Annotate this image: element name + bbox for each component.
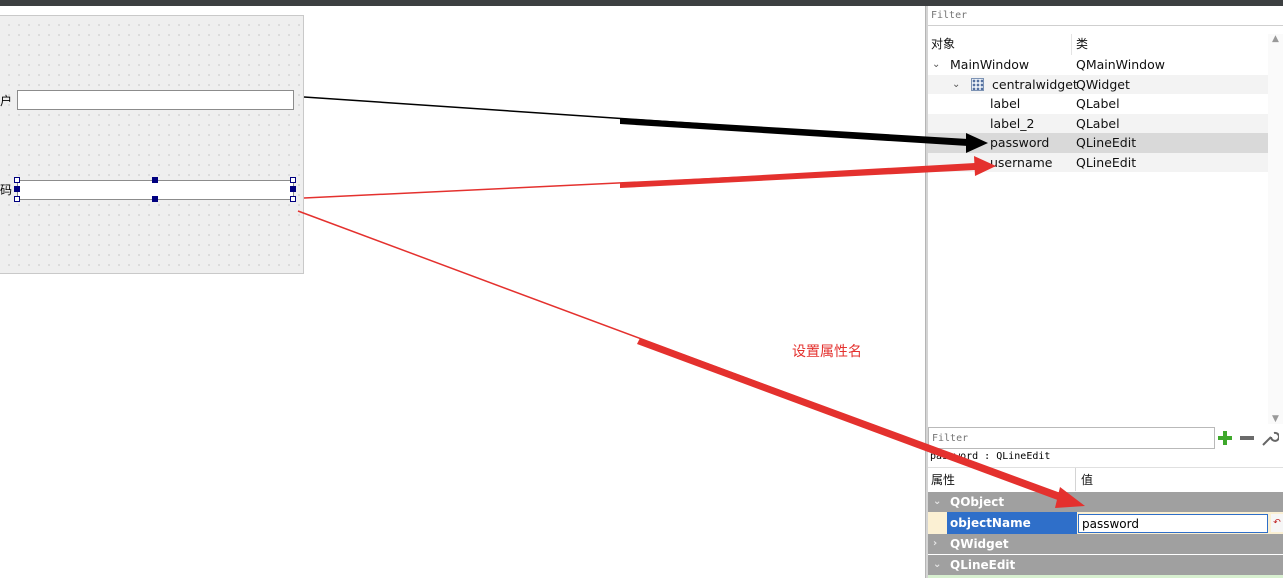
black-arrow-head bbox=[966, 133, 988, 153]
red-arrow-head bbox=[974, 156, 996, 176]
black-arrow-shaft bbox=[620, 118, 968, 146]
annotation-overlay bbox=[297, 96, 1085, 508]
red-arrow2-head bbox=[1055, 487, 1085, 508]
annotation-label: 设置属性名 bbox=[792, 344, 862, 360]
red-arrow-shaft bbox=[620, 163, 975, 188]
red-arrow2-shaft bbox=[637, 338, 1066, 502]
